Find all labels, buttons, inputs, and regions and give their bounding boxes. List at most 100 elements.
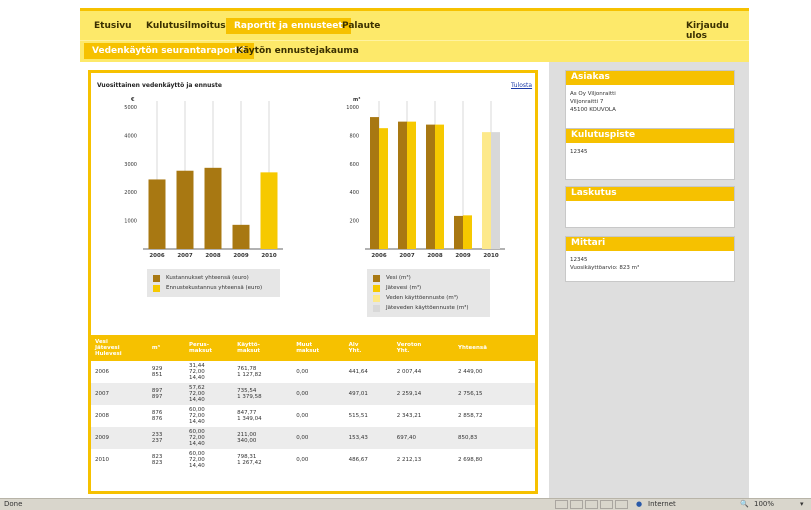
table-header-cell: Yhteensä bbox=[454, 335, 535, 361]
table-cell: 2 449,00 bbox=[458, 369, 483, 375]
table-row: 2006 929 851 31,44 72,00 14,40 761,78 1 127,82 0… bbox=[91, 361, 535, 383]
zoom-icon[interactable]: 🔍 bbox=[740, 500, 749, 508]
report-title: Vuosittainen vedenkäyttö ja ennuste bbox=[97, 82, 222, 89]
customer-postal: 45100 KOUVOLA bbox=[570, 107, 616, 113]
chart-0-bar bbox=[232, 224, 250, 249]
customer-box: Asiakas As Oy Viljonraitti Viljonraitti … bbox=[565, 70, 735, 130]
table-cell: 847,77 1 349,04 bbox=[237, 410, 262, 422]
table-cell: 233 237 bbox=[147, 427, 186, 449]
chart-0-bar bbox=[176, 170, 194, 249]
chart-1-bar bbox=[407, 121, 416, 249]
status-text: Done bbox=[4, 500, 23, 508]
chart-0-x-tick: 2009 bbox=[233, 253, 248, 259]
browser-page: Etusivu Kulutusilmoitus Raportit ja ennu… bbox=[0, 0, 811, 510]
table-cell: 897 897 bbox=[147, 383, 186, 405]
customer-name: As Oy Viljonraitti bbox=[570, 91, 616, 97]
table-header-cell: Muut maksut bbox=[292, 335, 345, 361]
volume-chart: m³ 200 400 600 800 1000 2006 2007 2008 2009 2010 bbox=[346, 97, 505, 259]
legend-swatch bbox=[153, 284, 160, 292]
legend-entry: Jäteveden käyttöennuste (m³) bbox=[373, 303, 484, 313]
chart-1-y-tick: 400 bbox=[349, 190, 359, 196]
consumption-point-id: 12345 bbox=[570, 149, 588, 155]
subnav-ennustejakauma[interactable]: Käytön ennustejakauma bbox=[228, 43, 367, 59]
table-cell: 876 876 bbox=[151, 410, 163, 422]
status-cell bbox=[570, 500, 583, 509]
table-header-cell: Vesi Jätevesi Hulevesi bbox=[91, 335, 148, 361]
legend-label: Kustannukset yhteensä (euro) bbox=[166, 275, 249, 281]
table-cell: 2 858,72 bbox=[458, 413, 483, 419]
table-row: 2010 823 823 60,00 72,00 14,40 798,31 1 267,42 0… bbox=[91, 449, 535, 471]
customer-street: Viljonraitti 7 bbox=[570, 99, 604, 105]
table-cell: 211,00 340,00 bbox=[233, 427, 293, 449]
table-cell: 497,01 bbox=[344, 383, 393, 405]
table-cell: 2 212,13 bbox=[396, 457, 422, 463]
legend-entry: Ennustekustannus yhteensä (euro) bbox=[153, 283, 274, 293]
chart-0-y-axis-label: € bbox=[130, 97, 135, 103]
legend-entry: Veden käyttöennuste (m³) bbox=[373, 293, 484, 303]
chart-1-bar bbox=[491, 132, 500, 249]
chart-0-y-tick: 4000 bbox=[124, 133, 137, 139]
table-cell: 2010 bbox=[95, 457, 109, 463]
chart-0-y-tick: 1000 bbox=[124, 219, 137, 225]
table-cell: 2 756,15 bbox=[454, 383, 535, 405]
billing-body bbox=[566, 201, 734, 227]
app-frame: Etusivu Kulutusilmoitus Raportit ja ennu… bbox=[80, 8, 749, 506]
chart-0-bar bbox=[148, 179, 166, 249]
nav-palaute[interactable]: Palaute bbox=[334, 18, 388, 34]
table-row: 2007 897 897 57,62 72,00 14,40 735,54 1 379,58 0… bbox=[91, 383, 535, 405]
table-cell: 0,00 bbox=[296, 457, 309, 463]
legend-swatch bbox=[373, 294, 380, 302]
chevron-down-icon[interactable]: ▾ bbox=[800, 500, 804, 508]
table-header-cell: m³ bbox=[147, 335, 186, 361]
chart-1-bar bbox=[435, 124, 444, 249]
billing-box: Laskutus bbox=[565, 186, 735, 228]
table-cell: 2006 bbox=[95, 369, 109, 375]
table-cell: 0,00 bbox=[292, 427, 345, 449]
nav-raportit-ja-ennusteet[interactable]: Raportit ja ennusteet bbox=[226, 18, 351, 34]
chart-1-y-tick: 800 bbox=[349, 133, 359, 139]
legend-label: Jätevesi (m³) bbox=[386, 285, 422, 291]
table-cell: 2 343,21 bbox=[396, 413, 422, 419]
chart-0-x-tick: 2006 bbox=[149, 253, 164, 259]
cost-chart: €1000 2000 3000 4000 5000 2006 2007 2008 2009 201… bbox=[124, 97, 283, 259]
chart-0-y-tick: 3000 bbox=[124, 162, 137, 168]
chart-1-x-tick: 2006 bbox=[371, 253, 386, 259]
chart-1-x-tick: 2008 bbox=[427, 253, 442, 259]
zoom-level[interactable]: 100% bbox=[754, 500, 774, 508]
table-cell: 2 007,44 bbox=[396, 369, 422, 375]
table-cell: 850,83 bbox=[454, 427, 535, 449]
table-cell: 823 823 bbox=[151, 454, 163, 466]
table-header-cell: Käyttö-maksut bbox=[233, 335, 293, 361]
chart-0-y-tick: 2000 bbox=[124, 190, 137, 196]
table-cell: 2009 bbox=[91, 427, 148, 449]
legend-label: Ennustekustannus yhteensä (euro) bbox=[166, 285, 263, 291]
table-cell: 441,64 bbox=[348, 369, 368, 375]
meter-box: Mittari 12345 Vuosikäyttöarvio: 823 m³ bbox=[565, 236, 735, 282]
status-cell bbox=[585, 500, 598, 509]
table-cell: 60,00 72,00 14,40 bbox=[189, 407, 205, 425]
table-cell: 697,40 bbox=[392, 427, 455, 449]
table-cell: 798,31 1 267,42 bbox=[237, 454, 262, 466]
chart-1-bar bbox=[398, 121, 407, 249]
legend-label: Veden käyttöennuste (m³) bbox=[386, 295, 459, 301]
table-header-cell: Perus-maksut bbox=[185, 335, 234, 361]
chart-1-y-tick: 1000 bbox=[346, 105, 359, 111]
table-header-cell: Alv Yht. bbox=[344, 335, 393, 361]
nav-kulutusilmoitus[interactable]: Kulutusilmoitus bbox=[138, 18, 234, 34]
browser-status-bar: Done ● Internet 🔍 100% ▾ bbox=[0, 498, 811, 510]
top-navigation: Etusivu Kulutusilmoitus Raportit ja ennu… bbox=[80, 8, 749, 41]
customer-body: As Oy Viljonraitti Viljonraitti 7 45100 … bbox=[566, 85, 734, 129]
consumption-point-title: Kulutuspiste bbox=[566, 129, 734, 143]
chart-1-y-tick: 600 bbox=[349, 162, 359, 168]
chart-0-x-tick: 2007 bbox=[177, 253, 192, 259]
table-cell: 31,44 72,00 14,40 bbox=[189, 363, 205, 381]
table-cell: 60,00 72,00 14,40 bbox=[185, 427, 234, 449]
print-link[interactable]: Tulosta bbox=[511, 82, 532, 89]
table-cell: 2 259,14 bbox=[392, 383, 455, 405]
nav-etusivu[interactable]: Etusivu bbox=[86, 18, 140, 34]
table-cell: 153,43 bbox=[344, 427, 393, 449]
legend-swatch bbox=[373, 284, 380, 292]
sidebar: Asiakas As Oy Viljonraitti Viljonraitti … bbox=[549, 62, 749, 506]
status-cell bbox=[555, 500, 568, 509]
table-cell: 0,00 bbox=[296, 413, 309, 419]
